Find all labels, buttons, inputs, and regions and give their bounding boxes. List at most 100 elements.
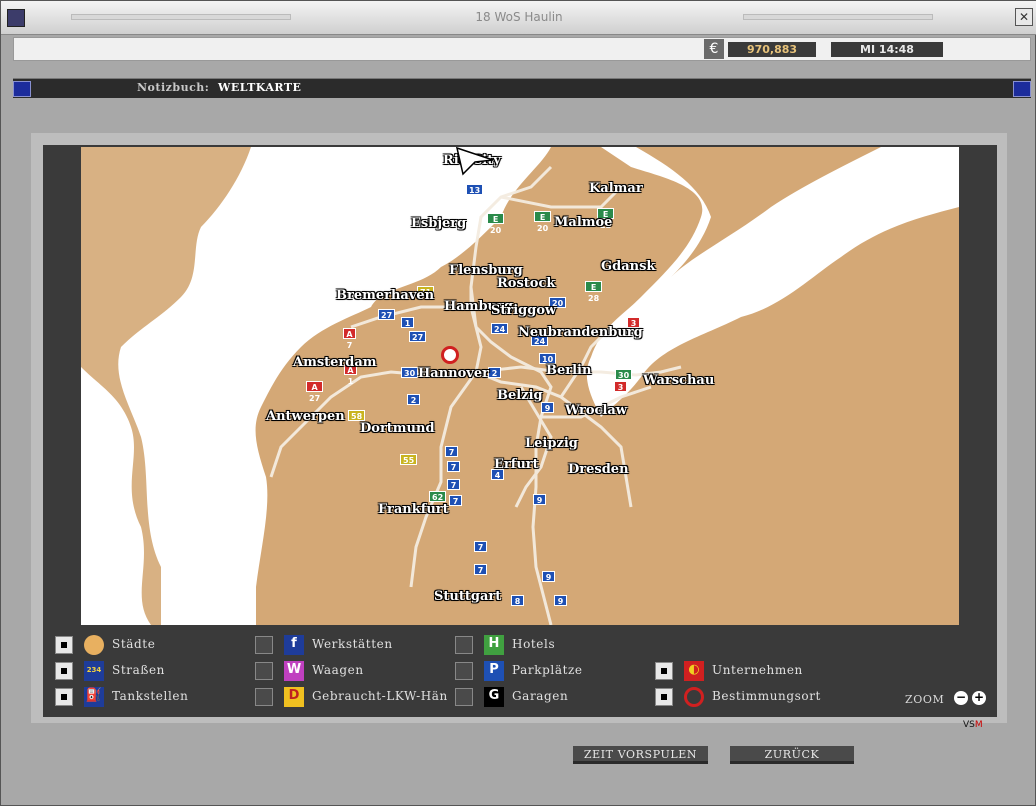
legend-checkbox-road[interactable] xyxy=(55,662,73,680)
road-badge: 30 xyxy=(401,367,419,378)
road-badge: 9 xyxy=(554,595,567,606)
legend-checkbox-parking[interactable] xyxy=(455,662,473,680)
legend-label: Bestimmungsort xyxy=(712,689,821,703)
workshop-icon: f xyxy=(284,635,304,655)
legend-checkbox-company[interactable] xyxy=(655,662,673,680)
road-badge: 2 xyxy=(488,367,501,378)
destination-icon: ○ xyxy=(684,687,704,707)
city-label[interactable]: Warschau xyxy=(643,373,714,388)
city-label[interactable]: Gdansk xyxy=(601,259,655,274)
legend-label: Straßen xyxy=(112,663,165,677)
city-label[interactable]: Esbjerg xyxy=(411,216,466,231)
legend-checkbox-garage[interactable] xyxy=(455,688,473,706)
city-label[interactable]: Kalmar xyxy=(589,181,643,196)
money-display: 970,883 xyxy=(728,42,816,57)
road-badge: 8 xyxy=(511,595,524,606)
title-bar: 18 WoS Haulin ✕ xyxy=(1,1,1036,35)
legend-label: Unternehmen xyxy=(712,663,803,677)
world-map[interactable] xyxy=(81,147,959,625)
legend-checkbox-destination[interactable] xyxy=(655,688,673,706)
header-right-handle xyxy=(1013,81,1031,97)
road-badge: 27 xyxy=(409,331,427,342)
garage-icon: G xyxy=(484,687,504,707)
close-button[interactable]: ✕ xyxy=(1015,8,1033,26)
road-badge: 7 xyxy=(449,495,462,506)
legend-checkbox-city[interactable] xyxy=(55,636,73,654)
mouse-cursor-icon xyxy=(455,146,495,180)
city-label[interactable]: Amsterdam xyxy=(293,355,377,370)
zoom-in-button[interactable]: + xyxy=(972,691,986,705)
road-badge: A 7 xyxy=(343,328,356,350)
legend-checkbox-used-truck-dealer[interactable] xyxy=(255,688,273,706)
road-badge: A 27 xyxy=(306,381,324,403)
road-badge: 3 xyxy=(614,381,627,392)
legend-label: Gebraucht-LKW-Hän xyxy=(312,689,448,703)
notebook-label: Notizbuch: xyxy=(137,81,210,94)
scale-icon: W xyxy=(284,661,304,681)
road-badge: 7 xyxy=(447,479,460,490)
road-badge: 7 xyxy=(445,446,458,457)
road-badge: 24 xyxy=(491,323,509,334)
city-label[interactable]: Bremerhaven xyxy=(336,288,434,303)
road-badge: 7 xyxy=(447,461,460,472)
city-label[interactable]: Erfurt xyxy=(494,457,539,472)
legend-checkbox-scale[interactable] xyxy=(255,662,273,680)
city-label[interactable]: Striggow xyxy=(491,303,556,318)
road-badge: 30 xyxy=(615,369,633,380)
city-label[interactable]: Antwerpen xyxy=(266,409,345,424)
city-label[interactable]: Hannover xyxy=(418,366,489,381)
hotel-icon: H xyxy=(484,635,504,655)
city-label[interactable]: Malmoe xyxy=(554,215,612,230)
road-icon: 234 xyxy=(84,661,104,681)
zoom-out-button[interactable]: − xyxy=(954,691,968,705)
road-badge: E 28 xyxy=(585,281,603,303)
parking-icon: P xyxy=(484,661,504,681)
city-label[interactable]: Dresden xyxy=(568,462,629,477)
company-icon: ◐ xyxy=(684,661,704,681)
city-label[interactable]: Leipzig xyxy=(525,436,578,451)
fuel-icon: ⛽ xyxy=(84,687,104,707)
fast-forward-time-button[interactable]: ZEIT VORSPULEN xyxy=(573,746,708,764)
road-badge: 1 xyxy=(401,317,414,328)
notebook-value: WELTKARTE xyxy=(218,81,302,94)
legend-label: Garagen xyxy=(512,689,569,703)
city-label[interactable]: Berlin xyxy=(546,363,591,378)
vsm-watermark: VSM xyxy=(963,720,983,730)
road-badge: E 20 xyxy=(534,211,552,233)
road-badge: 2 xyxy=(407,394,420,405)
road-badge: 7 xyxy=(474,541,487,552)
city-label[interactable]: Neubrandenburg xyxy=(518,325,643,340)
city-label[interactable]: Dortmund xyxy=(360,421,435,436)
road-badge: 13 xyxy=(466,184,484,195)
city-label[interactable]: Wroclaw xyxy=(565,403,627,418)
legend-checkbox-fuel[interactable] xyxy=(55,688,73,706)
back-button[interactable]: ZURÜCK xyxy=(730,746,854,764)
legend-checkbox-hotel[interactable] xyxy=(455,636,473,654)
road-badge: 9 xyxy=(542,571,555,582)
clock-display: MI 14:48 xyxy=(831,42,943,57)
road-badge: E 20 xyxy=(487,213,505,235)
euro-icon: € xyxy=(704,39,724,59)
header-left-handle xyxy=(13,81,31,97)
legend-checkbox-workshop[interactable] xyxy=(255,636,273,654)
city-label[interactable]: Belzig xyxy=(497,388,543,403)
road-badge: 62 xyxy=(429,491,447,502)
legend-label: Waagen xyxy=(312,663,364,677)
destination-marker-icon xyxy=(441,346,459,364)
legend-label: Hotels xyxy=(512,637,556,651)
legend-label: Parkplätze xyxy=(512,663,583,677)
city-label[interactable]: Rostock xyxy=(497,276,555,291)
legend-label: Werkstätten xyxy=(312,637,393,651)
road-badge: 7 xyxy=(474,564,487,575)
road-badge: 9 xyxy=(541,402,554,413)
city-label[interactable]: Frankfurt xyxy=(378,502,449,517)
map-background xyxy=(81,147,959,625)
city-icon: ● xyxy=(84,635,104,655)
game-window: 18 WoS Haulin ✕ € 970,883 MI 14:48 Notiz… xyxy=(0,0,1036,806)
road-badge: 55 xyxy=(400,454,418,465)
city-label[interactable]: Stuttgart xyxy=(434,589,501,604)
road-badge: 27 xyxy=(378,309,396,320)
legend-label: Städte xyxy=(112,637,156,651)
used-truck-dealer-icon: D xyxy=(284,687,304,707)
zoom-label: ZOOM xyxy=(905,693,945,706)
